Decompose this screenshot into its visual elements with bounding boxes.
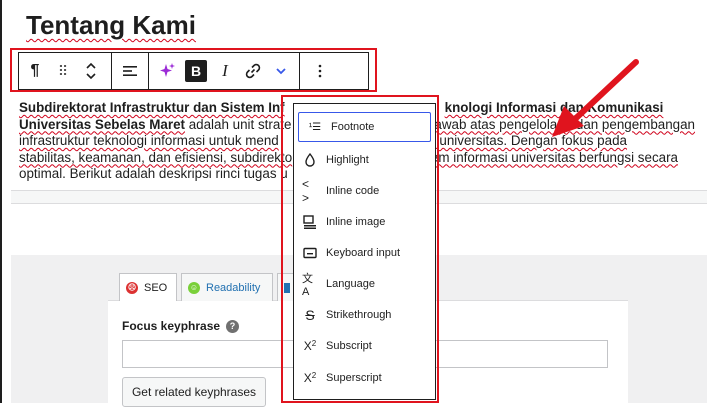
highlight-icon — [302, 153, 318, 167]
align-left-icon — [123, 66, 137, 76]
focus-keyphrase-label: Focus keyphrase ? — [122, 319, 240, 333]
focus-keyphrase-text: Focus keyphrase — [122, 319, 221, 333]
menu-item-strikethrough[interactable]: S Strikethrough — [294, 300, 435, 330]
inline-image-icon — [302, 215, 318, 229]
chevron-down-icon — [276, 68, 286, 75]
paragraph-block-button[interactable]: ¶ — [21, 56, 49, 86]
sad-face-icon: ☹ — [126, 281, 138, 294]
menu-item-label: Footnote — [331, 121, 375, 133]
smile-face-icon: ☺ — [188, 281, 200, 294]
para-line3-a: infrastruktur teknologi informasi untuk … — [19, 133, 279, 148]
menu-item-label: Highlight — [326, 154, 369, 166]
drag-handle[interactable]: ⠿ — [49, 56, 77, 86]
link-button[interactable] — [239, 56, 267, 86]
align-button[interactable] — [116, 56, 144, 86]
menu-item-superscript[interactable]: X2 Superscript — [294, 363, 435, 393]
language-icon: 文A — [302, 273, 313, 298]
tab-seo[interactable]: ☹ SEO — [119, 273, 177, 301]
format-dropdown-menu: ¹☰ Footnote Highlight < > Inline code In… — [293, 103, 436, 400]
footnote-icon: ¹☰ — [308, 121, 322, 133]
ai-assistant-button[interactable] — [153, 56, 181, 86]
menu-item-label: Subscript — [326, 340, 372, 352]
menu-item-label: Inline code — [326, 185, 380, 197]
move-up-down-button[interactable] — [77, 56, 105, 86]
menu-item-language[interactable]: 文A Language — [294, 269, 435, 299]
block-toolbar: ¶ ⠿ B I — [18, 52, 369, 90]
vertical-ellipsis-icon — [318, 64, 322, 78]
inline-code-icon: < > — [302, 177, 310, 205]
menu-item-label: Strikethrough — [326, 309, 392, 321]
para-line4-b: tem informasi universitas berfungsi seca… — [427, 149, 678, 165]
more-formats-button[interactable] — [267, 56, 295, 86]
link-icon — [245, 63, 261, 79]
menu-item-inline-code[interactable]: < > Inline code — [294, 176, 435, 206]
para-line5-a: optimal. Berikut adalah deskripsi rinci … — [19, 166, 288, 181]
superscript-icon: X2 — [303, 371, 317, 385]
page-title[interactable]: Tentang Kami — [26, 10, 196, 41]
menu-item-label: Superscript — [326, 372, 382, 384]
para-line2-text-a: adalah unit strate — [184, 116, 292, 132]
italic-button[interactable]: I — [211, 56, 239, 86]
para-line2-text-b: jawab atas pengelolaan dan pengembangan — [431, 116, 696, 132]
menu-item-label: Keyboard input — [326, 247, 400, 259]
options-button[interactable] — [306, 56, 334, 86]
menu-item-subscript[interactable]: X2 Subscript — [294, 331, 435, 361]
menu-item-label: Language — [326, 278, 375, 290]
strikethrough-icon: S — [305, 307, 315, 323]
bold-button[interactable]: B — [185, 60, 207, 82]
menu-item-highlight[interactable]: Highlight — [294, 145, 435, 175]
drag-icon: ⠿ — [57, 62, 69, 79]
para-line4-a: stabilitas, keamanan, dan efisiensi, sub… — [19, 149, 293, 165]
tab-seo-label: SEO — [144, 281, 168, 294]
menu-item-keyboard-input[interactable]: Keyboard input — [294, 238, 435, 268]
subscript-icon: X2 — [303, 339, 317, 353]
para-line1-bold-a: Subdirektorat Infrastruktur dan Sistem I… — [19, 100, 285, 115]
window-edge — [0, 0, 2, 403]
help-icon[interactable]: ? — [226, 319, 240, 333]
menu-item-label: Inline image — [326, 216, 386, 228]
menu-item-inline-image[interactable]: Inline image — [294, 207, 435, 237]
sparkle-icon — [160, 63, 175, 77]
keyboard-icon — [302, 247, 318, 259]
para-line1-bold-b: knologi Informasi dan Komunikasi — [444, 100, 664, 115]
menu-item-footnote[interactable]: ¹☰ Footnote — [298, 112, 431, 142]
para-line2-bold: Universitas Sebelas Maret — [19, 116, 185, 132]
paragraph-icon: ¶ — [30, 62, 40, 79]
move-up-down-icon — [86, 62, 96, 80]
tab-readability[interactable]: ☺ Readability — [181, 273, 273, 301]
tab-readability-label: Readability — [206, 281, 261, 294]
